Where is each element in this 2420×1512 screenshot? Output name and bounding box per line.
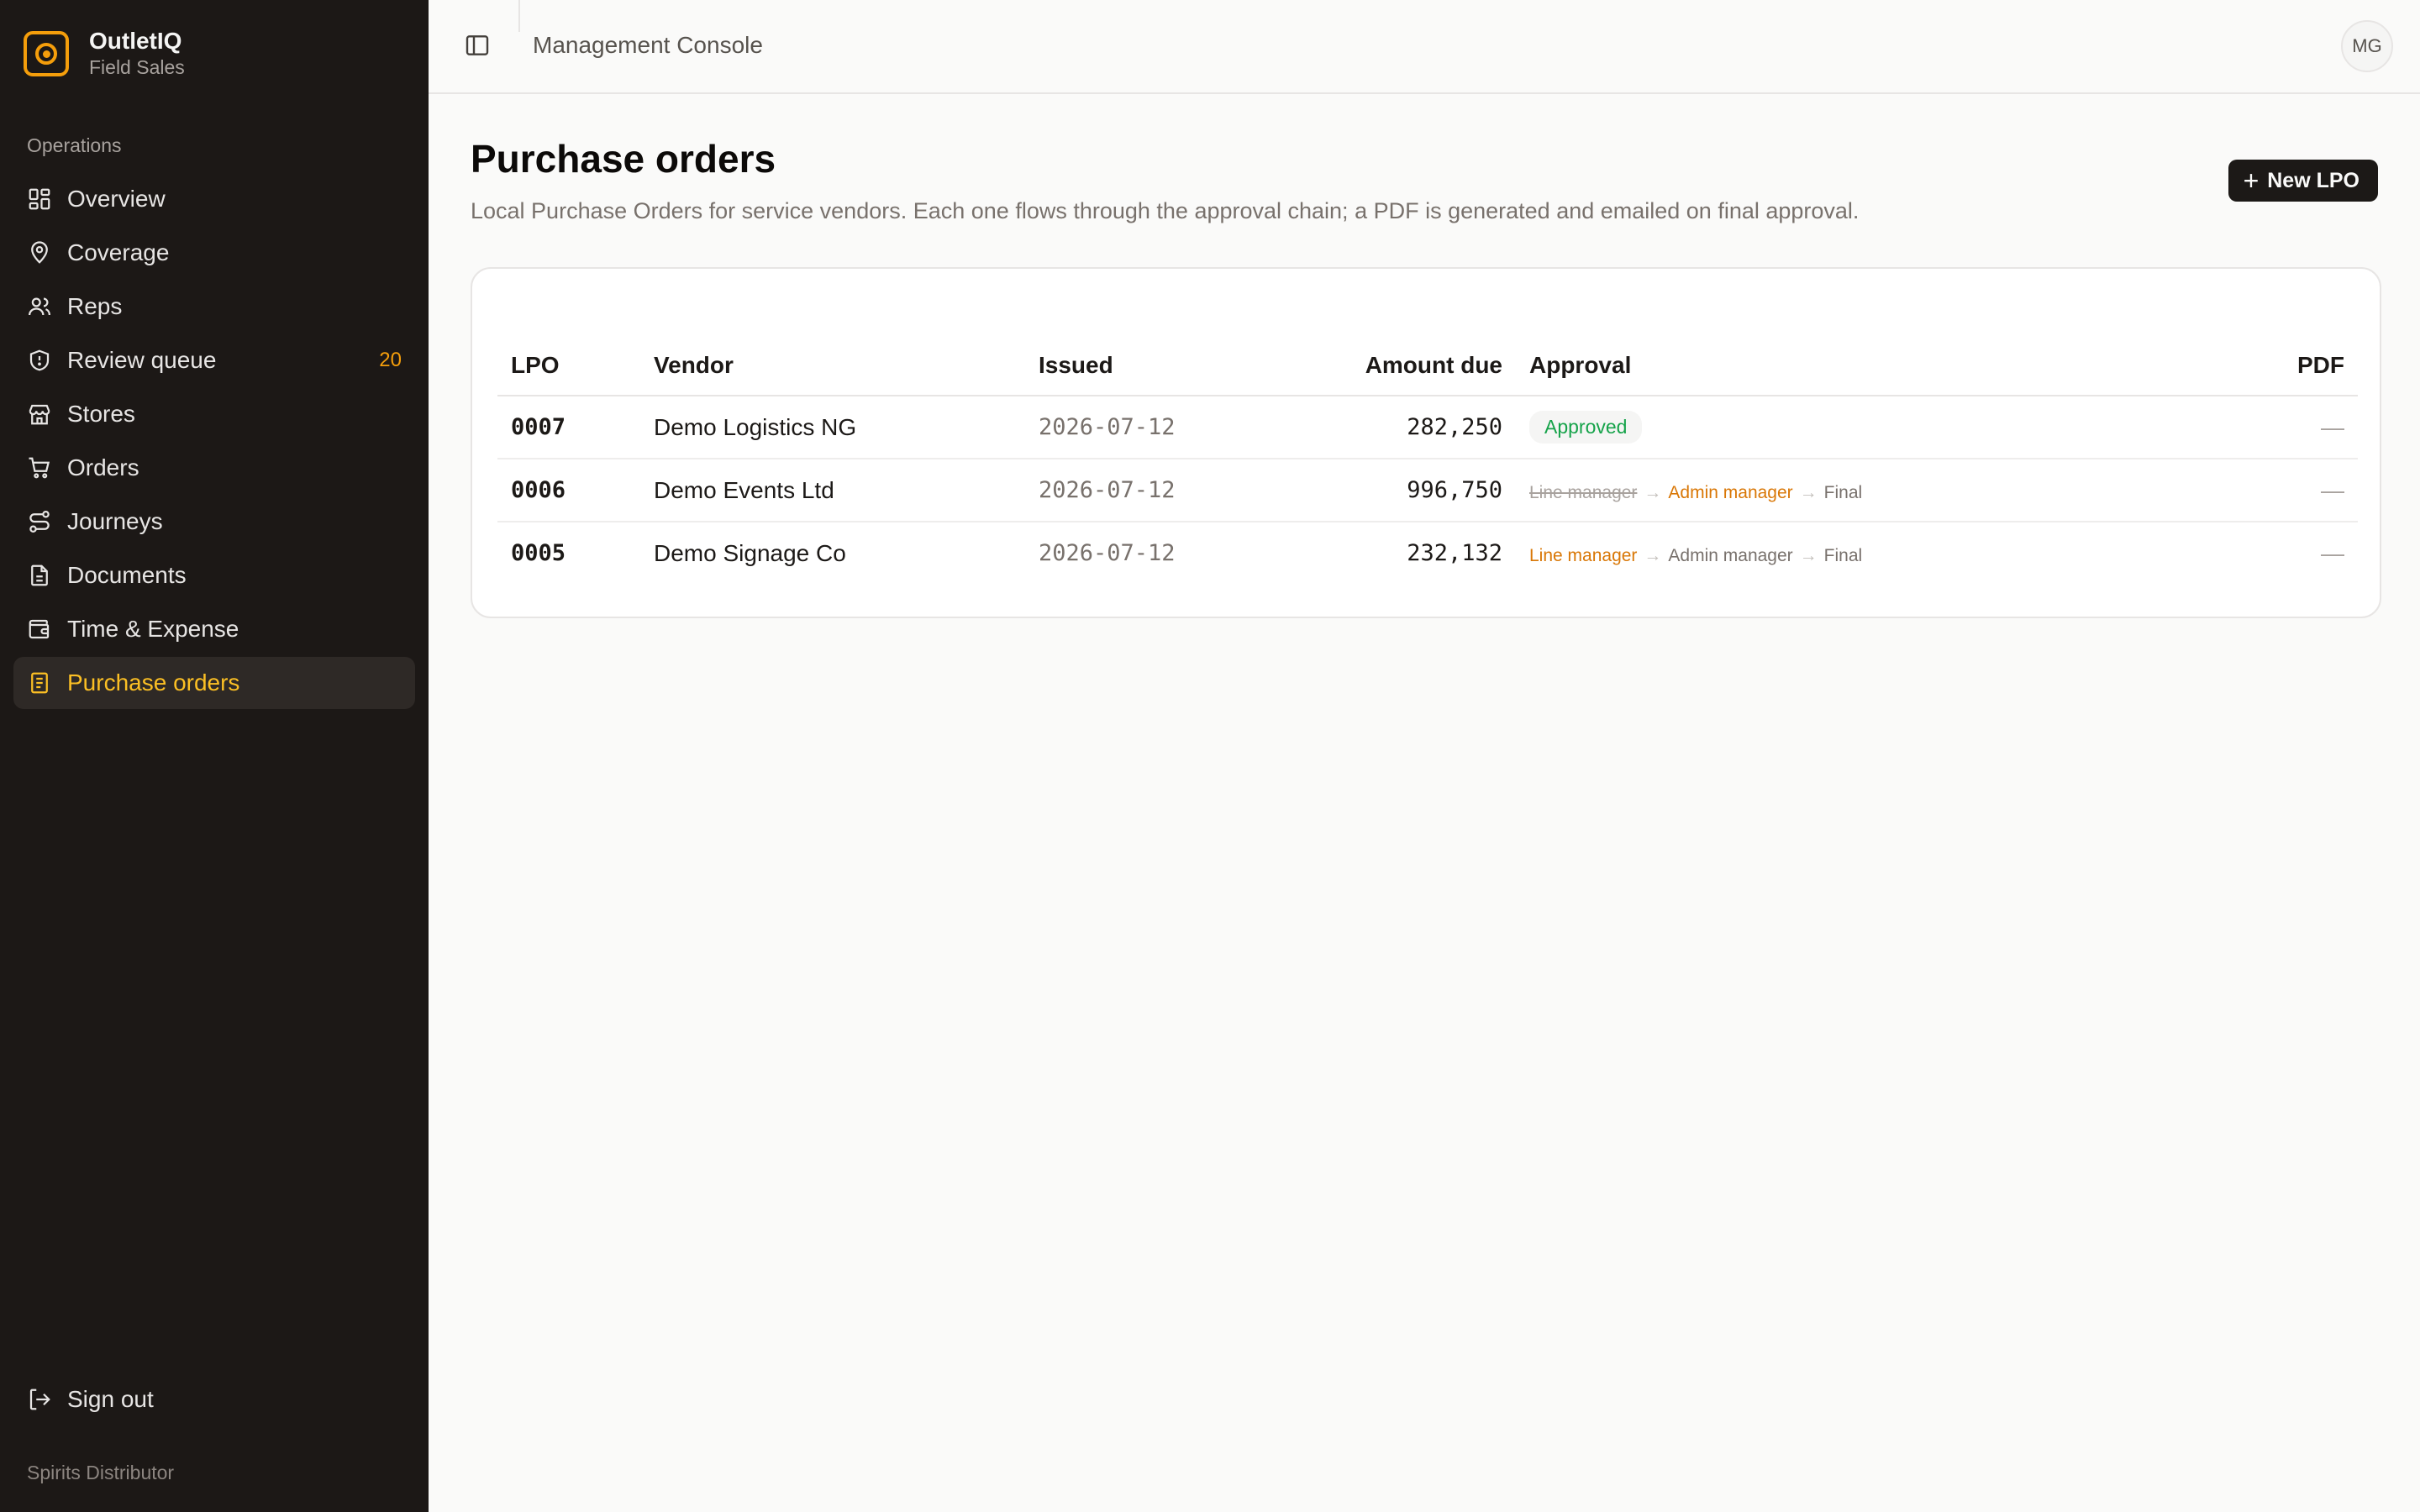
approval-chain: Line manager → Admin manager → Final	[1529, 546, 1862, 565]
column-header-lpo[interactable]: LPO	[497, 336, 640, 396]
arrow-right-icon: →	[1644, 482, 1662, 502]
sidebar-item-label: Documents	[67, 562, 187, 588]
users-icon	[27, 294, 52, 319]
table-row[interactable]: 0005 Demo Signage Co 2026-07-12 232,132 …	[497, 522, 2358, 584]
sidebar-item-stores[interactable]: Stores	[13, 388, 415, 440]
sidebar-item-label: Purchase orders	[67, 669, 240, 696]
sidebar-item-coverage[interactable]: Coverage	[13, 227, 415, 279]
lpo-number[interactable]: 0005	[497, 522, 640, 584]
sidebar-item-label: Overview	[67, 186, 166, 212]
wallet-icon	[27, 617, 52, 642]
section-label-operations: Operations	[27, 134, 122, 156]
purchase-orders-table: LPO Vendor Issued Amount due Approval PD…	[497, 336, 2358, 584]
vendor-name: Demo Logistics NG	[640, 396, 1025, 459]
arrow-right-icon: →	[1799, 482, 1818, 502]
approval-step-line-manager: Line manager	[1529, 482, 1638, 502]
column-header-pdf[interactable]: PDF	[2264, 336, 2358, 396]
sidebar-toggle-icon[interactable]	[464, 32, 491, 59]
sidebar-item-label: Reps	[67, 293, 123, 319]
sidebar-item-label: Review queue	[67, 347, 217, 373]
outletiq-logo-icon	[24, 31, 69, 76]
sidebar: OutletIQ Field Sales Operations Overview…	[0, 0, 429, 1512]
organization-name: Spirits Distributor	[27, 1462, 175, 1483]
review-queue-count-badge: 20	[379, 349, 402, 371]
lpo-number[interactable]: 0006	[497, 459, 640, 522]
topbar-divider	[518, 0, 520, 32]
brand-subtitle: Field Sales	[89, 56, 185, 78]
approval-step-line-manager: Line manager	[1529, 545, 1638, 565]
map-pin-user-icon	[27, 240, 52, 265]
approval-step-admin-manager: Admin manager	[1668, 545, 1793, 565]
grid-icon	[27, 186, 52, 212]
purchase-orders-card: LPO Vendor Issued Amount due Approval PD…	[471, 267, 2381, 618]
avatar[interactable]: MG	[2341, 20, 2393, 72]
sidebar-item-time-expense[interactable]: Time & Expense	[13, 603, 415, 655]
approval-step-final: Final	[1823, 482, 1863, 502]
app-root: OutletIQ Field Sales Operations Overview…	[0, 0, 2420, 1512]
amount-due: 996,750	[1304, 459, 1516, 522]
top-bar: Management Console MG	[429, 0, 2420, 94]
new-lpo-label: New LPO	[2267, 168, 2360, 192]
page-description: Local Purchase Orders for service vendor…	[471, 198, 1860, 223]
new-lpo-button[interactable]: + New LPO	[2228, 160, 2378, 202]
lpo-number[interactable]: 0007	[497, 396, 640, 459]
sidebar-item-journeys[interactable]: Journeys	[13, 496, 415, 548]
approval-step-final: Final	[1823, 545, 1863, 565]
sidebar-item-label: Journeys	[67, 508, 163, 534]
sidebar-item-orders[interactable]: Orders	[13, 442, 415, 494]
sidebar-item-overview[interactable]: Overview	[13, 173, 415, 225]
pdf-cell: —	[2321, 539, 2344, 566]
sign-out-button[interactable]: Sign out	[27, 1386, 154, 1413]
arrow-right-icon: →	[1644, 545, 1662, 565]
approval-cell: Line manager → Admin manager → Final	[1516, 459, 2264, 522]
table-row[interactable]: 0007 Demo Logistics NG 2026-07-12 282,25…	[497, 396, 2358, 459]
sidebar-item-label: Orders	[67, 454, 139, 480]
column-header-issued[interactable]: Issued	[1025, 336, 1304, 396]
arrow-right-icon: →	[1799, 545, 1818, 565]
pdf-cell: —	[2264, 459, 2358, 522]
vendor-name: Demo Events Ltd	[640, 459, 1025, 522]
brand-name: OutletIQ	[89, 28, 182, 54]
sidebar-item-reps[interactable]: Reps	[13, 281, 415, 333]
issued-date: 2026-07-12	[1039, 540, 1176, 566]
column-header-vendor[interactable]: Vendor	[640, 336, 1025, 396]
route-icon	[27, 509, 52, 534]
sidebar-item-label: Stores	[67, 401, 135, 427]
amount-due: 232,132	[1407, 540, 1502, 566]
table-header-row: LPO Vendor Issued Amount due Approval PD…	[497, 336, 2358, 396]
cart-icon	[27, 455, 52, 480]
column-header-approval[interactable]: Approval	[1516, 336, 2264, 396]
issued-date: 2026-07-12	[1025, 459, 1304, 522]
sign-out-label: Sign out	[67, 1386, 154, 1412]
column-header-amount-due[interactable]: Amount due	[1304, 336, 1516, 396]
main-content: Management Console MG Purchase orders Lo…	[429, 0, 2420, 1512]
brand[interactable]: OutletIQ Field Sales	[24, 28, 185, 80]
table-row[interactable]: 0006 Demo Events Ltd 2026-07-12 996,750 …	[497, 459, 2358, 522]
page-title: Purchase orders	[471, 137, 776, 181]
approval-cell: Line manager → Admin manager → Final	[1516, 522, 2264, 584]
approval-cell: Approved	[1516, 396, 2264, 459]
store-icon	[27, 402, 52, 427]
sidebar-item-purchase-orders[interactable]: Purchase orders	[13, 657, 415, 709]
sidebar-item-label: Time & Expense	[67, 616, 239, 642]
document-icon	[27, 563, 52, 588]
amount-due: 282,250	[1304, 396, 1516, 459]
vendor-name: Demo Signage Co	[654, 539, 846, 566]
sidebar-nav: Overview Coverage Reps Review queue 20 S…	[13, 173, 415, 711]
sidebar-item-review-queue[interactable]: Review queue 20	[13, 334, 415, 386]
receipt-icon	[27, 670, 52, 696]
sidebar-item-documents[interactable]: Documents	[13, 549, 415, 601]
console-title: Management Console	[533, 32, 763, 58]
plus-icon: +	[2243, 165, 2260, 196]
status-badge: Approved	[1529, 411, 1643, 444]
sidebar-item-label: Coverage	[67, 239, 170, 265]
approval-chain: Line manager → Admin manager → Final	[1529, 483, 1862, 502]
pdf-cell: —	[2264, 396, 2358, 459]
issued-date: 2026-07-12	[1025, 396, 1304, 459]
log-out-icon	[27, 1387, 52, 1412]
approval-step-admin-manager: Admin manager	[1668, 482, 1793, 502]
shield-icon	[27, 348, 52, 373]
